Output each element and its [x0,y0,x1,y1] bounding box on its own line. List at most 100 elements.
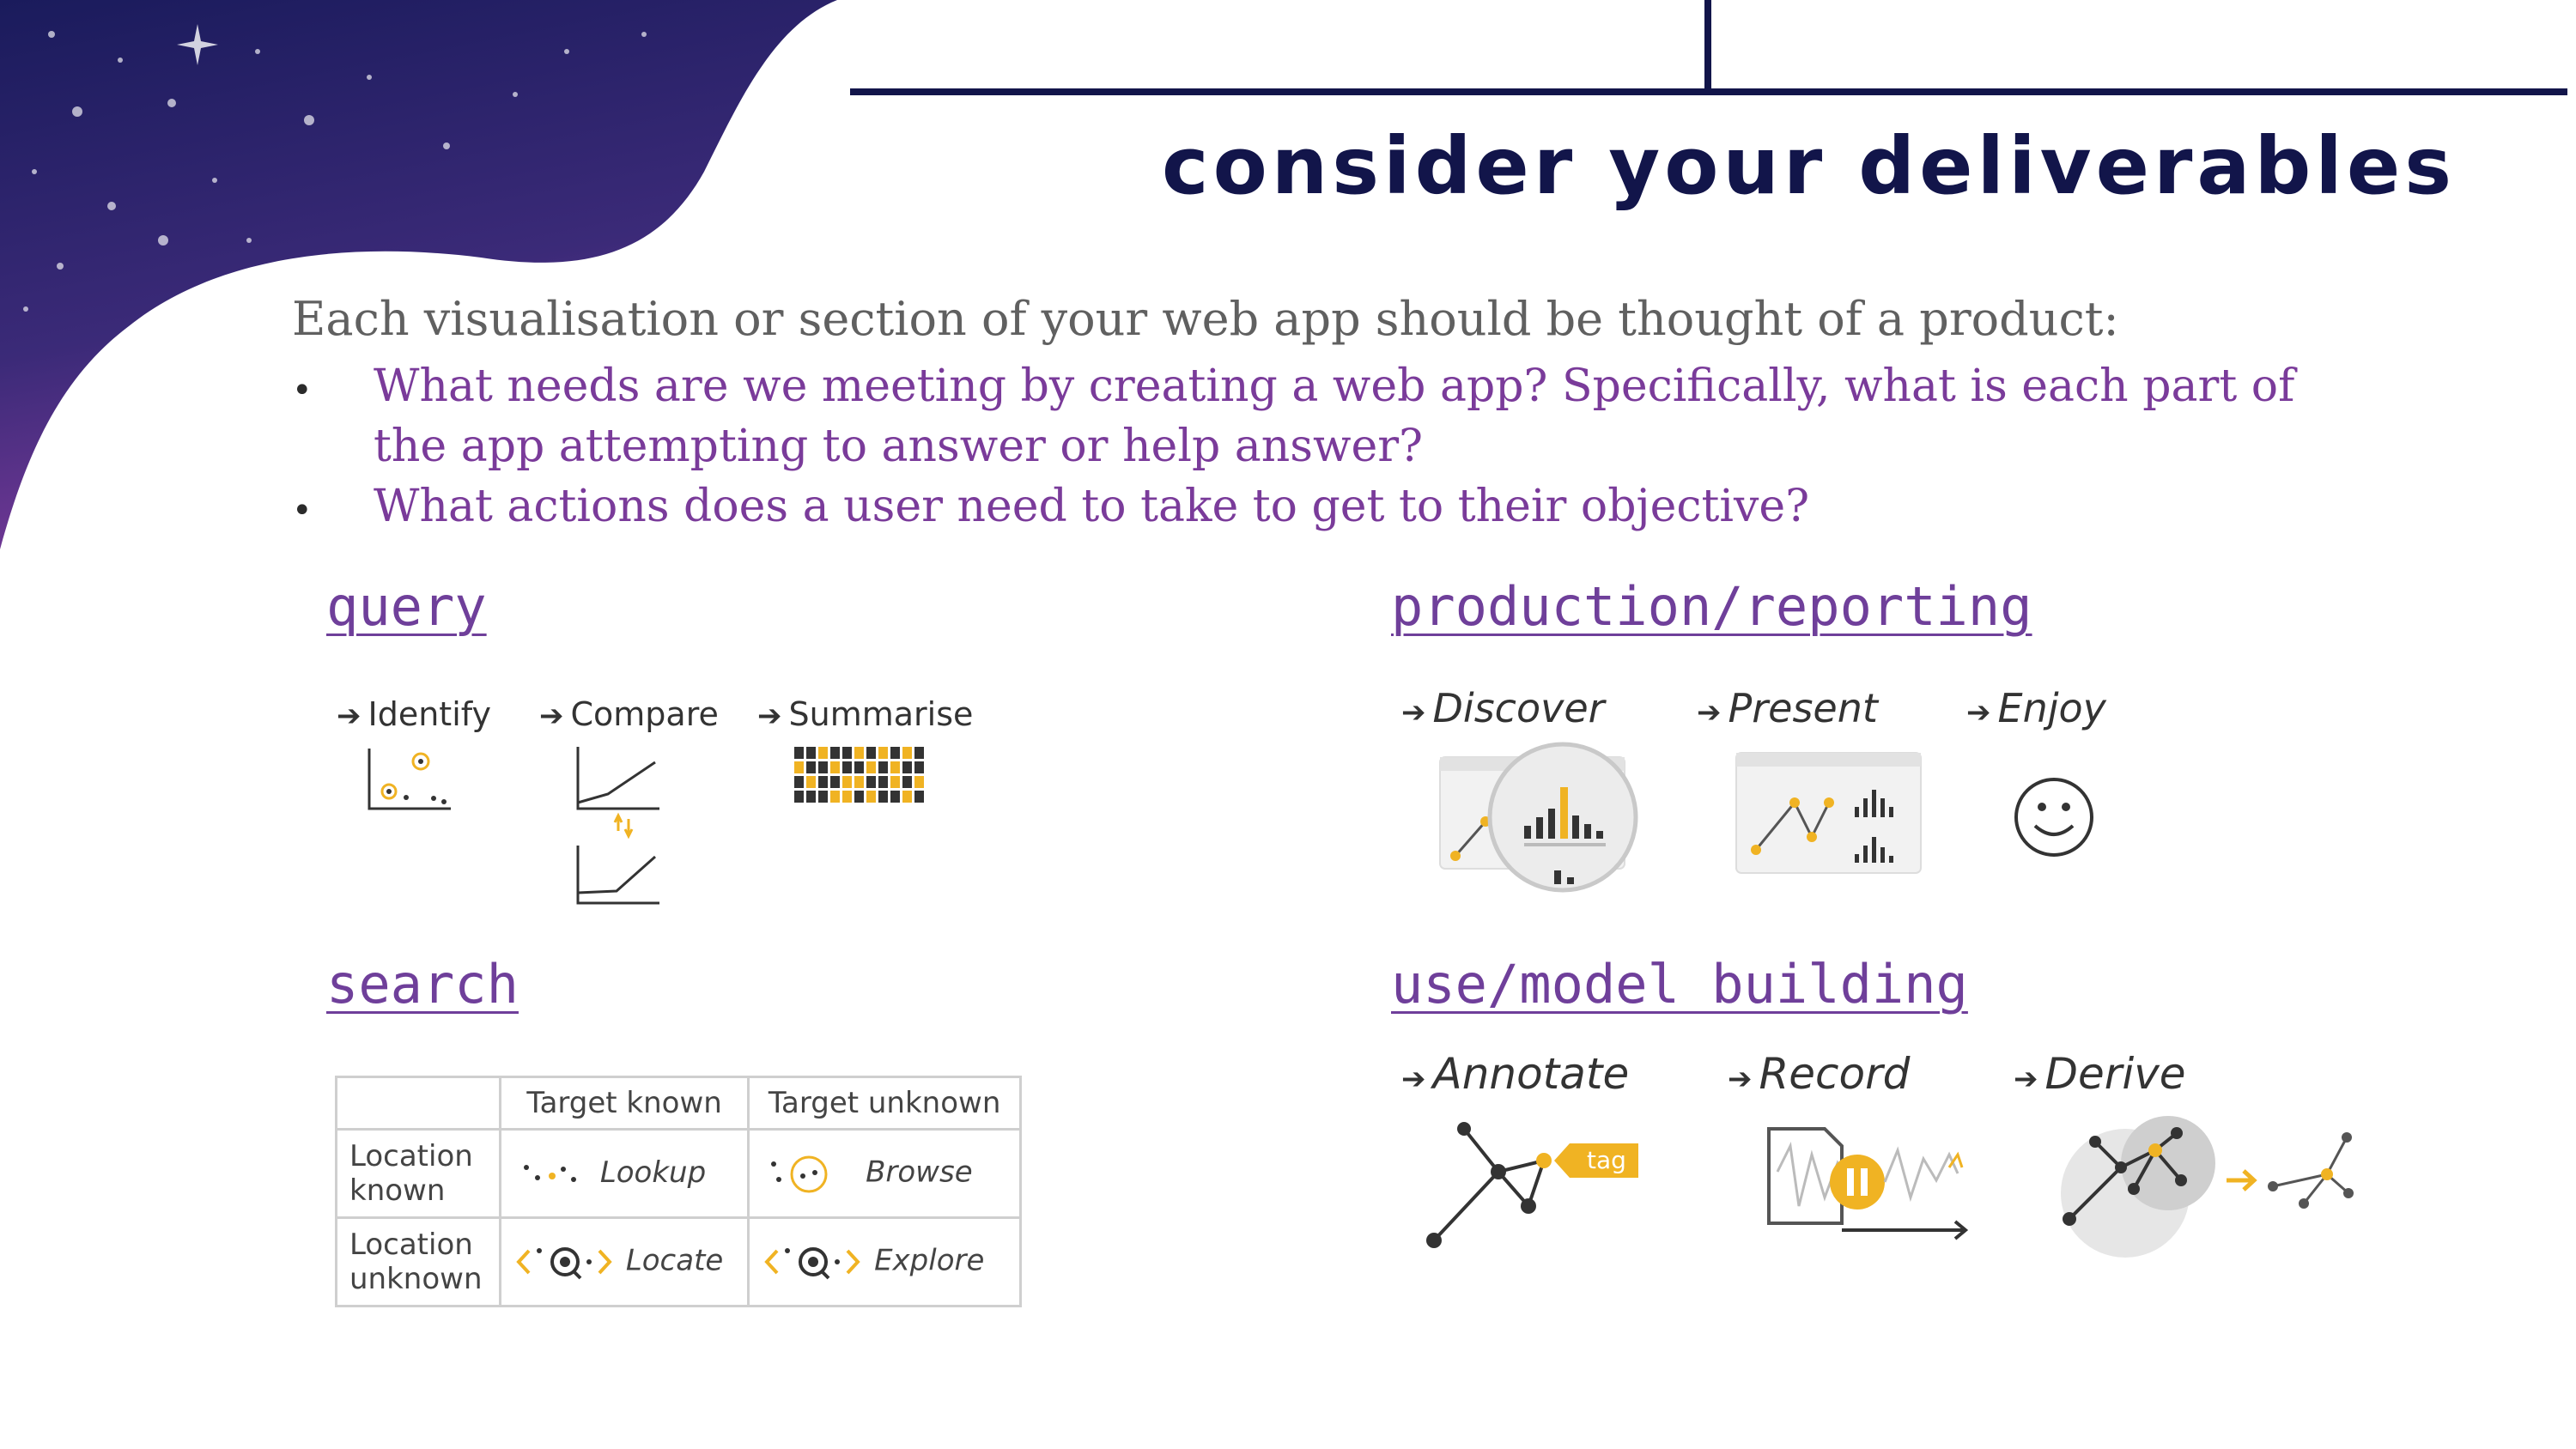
summary-cell [842,747,852,759]
summary-cell [890,791,900,803]
summary-cell [794,776,804,788]
summarise-icon [794,747,924,803]
intro-text: Each visualisation or section of your we… [292,292,2119,346]
col-header-target-known: Target known [498,1076,750,1131]
arrow-icon: ➔ [757,699,782,733]
lookup-icon [524,1164,576,1182]
query-compare-label: ➔ Compare [539,695,719,733]
use-heading: use/model building [1391,953,1968,1016]
production-heading: production/reporting [1391,575,2032,638]
summary-cell [806,776,816,788]
compare-icon [576,747,659,905]
summary-cell [842,776,852,788]
summary-cell [818,747,828,759]
query-summarise-label: ➔ Summarise [757,695,974,733]
summary-cell [854,747,864,759]
summary-cell [794,761,804,773]
arrow-icon: ➔ [1966,695,1991,730]
summary-cell [830,791,840,803]
row-header-location-unknown: Location unknown [335,1216,501,1307]
col-header-target-unknown: Target unknown [747,1076,1022,1131]
summary-cell [902,776,912,788]
summary-cell [854,761,864,773]
browse-cell: Browse [747,1128,1022,1219]
arrow-icon: ➔ [1401,1062,1426,1096]
summary-cell [806,747,816,759]
summary-cell [842,791,852,803]
arrow-icon: ➔ [2014,1062,2038,1096]
summary-cell [866,791,876,803]
lookup-cell: Lookup [498,1128,750,1219]
annotate-icon: tag [1426,1122,1638,1248]
summary-cell [830,747,840,759]
search-table: Target known Target unknown Location kno… [335,1076,1022,1307]
summary-cell [878,761,888,773]
summary-cell [842,761,852,773]
table-header-row: Target known Target unknown [335,1076,1022,1131]
summary-cell [878,776,888,788]
arrow-icon: ➔ [539,699,564,733]
summary-cell [902,791,912,803]
header-vertical-rule [1704,0,1711,93]
table-row: Location unknown Locate Explore [335,1216,1022,1307]
explore-icon [764,1247,860,1280]
summary-cell [830,776,840,788]
bullet-1-line-1: What needs are we meeting by creating a … [374,361,2295,412]
arrow-icon: ➔ [1401,695,1426,730]
summary-cell [878,791,888,803]
summary-cell [914,791,924,803]
summary-cell [902,747,912,759]
table-row: Location known Lookup Browse [335,1128,1022,1219]
summary-cell [914,776,924,788]
discover-icon [1439,742,1638,893]
summary-cell [854,776,864,788]
identify-icon [368,749,451,810]
tag-text: tag [1587,1146,1626,1174]
summary-cell [806,791,816,803]
locate-icon [516,1247,612,1280]
summary-cell [866,747,876,759]
smiley-icon [2014,778,2093,857]
summary-cell [878,747,888,759]
production-present-label: ➔ Present [1697,685,1878,731]
summary-cell [914,761,924,773]
starry-corner-decoration [0,0,837,549]
summary-cell [902,761,912,773]
arrow-icon: ➔ [1728,1062,1753,1096]
bullet-1-line-2: the app attempting to answer or help ans… [374,421,1423,472]
summary-cell [818,791,828,803]
summary-cell [866,761,876,773]
use-annotate-label: ➔ Annotate [1401,1049,1630,1099]
query-identify-label: ➔ Identify [337,695,491,733]
production-enjoy-label: ➔ Enjoy [1966,685,2106,731]
row-header-location-known: Location known [335,1128,501,1219]
use-record-label: ➔ Record [1728,1049,1911,1099]
bullet-2-line-1: What actions does a user need to take to… [374,481,1810,532]
query-heading: query [326,575,487,638]
bullet-marker: • [292,491,313,530]
record-icon [1767,1127,1969,1240]
summary-cell [806,761,816,773]
summary-cell [890,747,900,759]
search-heading: search [326,953,519,1016]
arrow-icon: ➔ [1697,695,1722,730]
summary-cell [866,776,876,788]
derive-icon [2061,1116,2354,1258]
summary-cell [818,776,828,788]
locate-cell: Locate [498,1216,750,1307]
summary-cell [794,747,804,759]
table-corner-cell [335,1076,501,1131]
arrow-icon: ➔ [337,699,361,733]
bullet-marker: • [292,371,313,410]
production-discover-label: ➔ Discover [1401,685,1605,731]
use-derive-label: ➔ Derive [2014,1049,2186,1099]
summary-cell [914,747,924,759]
summary-cell [854,791,864,803]
summary-cell [890,776,900,788]
browse-icon [771,1155,828,1193]
slide-title: consider your deliverables [1162,120,2456,212]
summary-cell [830,761,840,773]
summary-cell [794,791,804,803]
present-icon [1735,752,1922,874]
explore-cell: Explore [747,1216,1022,1307]
